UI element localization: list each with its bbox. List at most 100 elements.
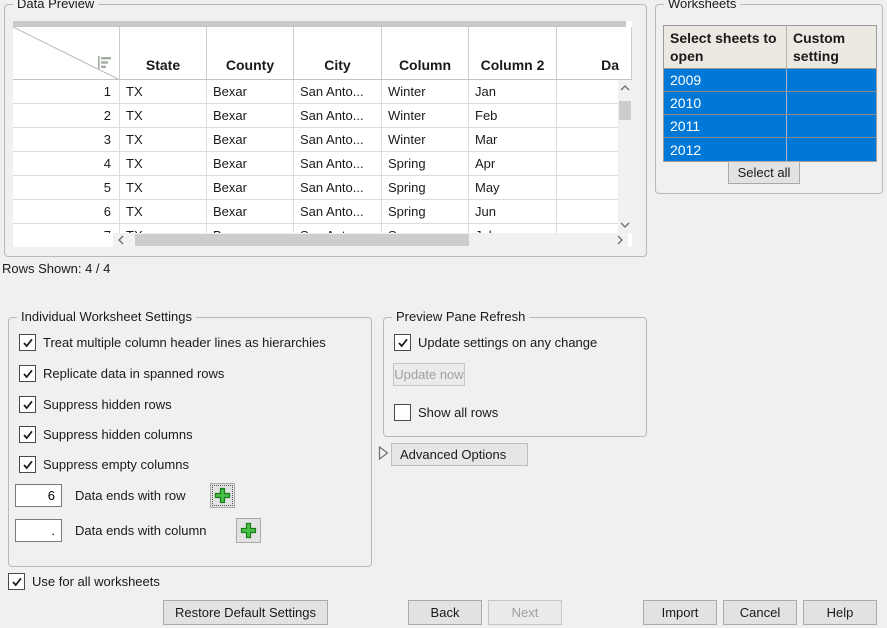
data-preview-table: State County City Column Column 2 Da 1 T… [13, 21, 632, 247]
vertical-scrollbar[interactable] [618, 80, 632, 233]
cell-state: TX [120, 176, 207, 199]
row-number: 6 [13, 200, 120, 223]
column-header-column[interactable]: Column [382, 27, 469, 79]
checkbox-use-all-worksheets[interactable]: Use for all worksheets [8, 573, 160, 590]
cell-city: San Anto... [294, 176, 382, 199]
set-column-end-button[interactable] [236, 518, 261, 543]
checkbox-label: Treat multiple column header lines as hi… [43, 335, 326, 350]
cell-column2: Mar [469, 128, 557, 151]
checkbox-label: Suppress hidden rows [43, 397, 172, 412]
cell-column: Summer [382, 224, 469, 233]
column-hierarchy-icon [97, 55, 112, 70]
cell-column: Spring [382, 200, 469, 223]
column-header-da[interactable]: Da [557, 27, 632, 79]
worksheet-custom-setting[interactable] [787, 138, 876, 161]
checkbox-box[interactable] [19, 426, 36, 443]
scroll-down-arrow[interactable] [618, 217, 632, 233]
worksheets-title: Worksheets [664, 0, 740, 11]
cell-column2: Apr [469, 152, 557, 175]
worksheet-row-2012[interactable]: 2012 [664, 138, 876, 161]
preview-refresh-title: Preview Pane Refresh [392, 309, 529, 324]
cell-county: Bexar [207, 104, 294, 127]
column-header-city[interactable]: City [294, 27, 382, 79]
worksheet-name[interactable]: 2009 [664, 69, 787, 91]
worksheet-name[interactable]: 2011 [664, 115, 787, 137]
cell-column2: May [469, 176, 557, 199]
checkbox-suppress-empty-columns[interactable]: Suppress empty columns [19, 456, 189, 473]
checkbox-replicate[interactable]: Replicate data in spanned rows [19, 365, 224, 382]
cell-column: Winter [382, 104, 469, 127]
cancel-button[interactable]: Cancel [723, 600, 797, 625]
column-header-county[interactable]: County [207, 27, 294, 79]
table-row: 1 TX Bexar San Anto... Winter Jan [13, 80, 632, 104]
checkbox-box[interactable] [19, 365, 36, 382]
worksheet-name[interactable]: 2012 [664, 138, 787, 161]
checkbox-update-on-change[interactable]: Update settings on any change [394, 334, 597, 351]
check-icon [397, 337, 409, 349]
data-ends-column-label: Data ends with column [75, 523, 207, 538]
back-button[interactable]: Back [408, 600, 482, 625]
next-button[interactable]: Next [488, 600, 562, 625]
checkbox-box[interactable] [8, 573, 25, 590]
restore-default-settings-button[interactable]: Restore Default Settings [163, 600, 328, 625]
check-icon [11, 576, 23, 588]
row-number: 1 [13, 80, 120, 103]
individual-settings-group: Individual Worksheet Settings Treat mult… [8, 317, 372, 567]
data-ends-row-input[interactable] [15, 484, 62, 507]
individual-settings-title: Individual Worksheet Settings [17, 309, 196, 324]
checkbox-box[interactable] [19, 456, 36, 473]
checkbox-box[interactable] [19, 396, 36, 413]
checkbox-suppress-hidden-rows[interactable]: Suppress hidden rows [19, 396, 172, 413]
checkbox-label: Update settings on any change [418, 335, 597, 350]
table-row: 6 TX Bexar San Anto... Spring Jun [13, 200, 632, 224]
cell-state: TX [120, 224, 207, 233]
preview-refresh-group: Preview Pane Refresh Update settings on … [383, 317, 647, 437]
column-header-state[interactable]: State [120, 27, 207, 79]
set-row-end-button[interactable] [210, 483, 235, 508]
worksheet-row-2011[interactable]: 2011 [664, 115, 876, 138]
data-ends-column-input[interactable] [15, 519, 62, 542]
scroll-right-arrow[interactable] [612, 233, 628, 247]
vertical-scroll-thumb[interactable] [619, 101, 631, 120]
cell-county: Bexar [207, 80, 294, 103]
update-now-button[interactable]: Update now [393, 363, 465, 386]
checkbox-box[interactable] [19, 334, 36, 351]
excel-import-wizard-dialog: Data Preview State County Ci [0, 0, 887, 628]
cell-state: TX [120, 128, 207, 151]
worksheet-row-2009[interactable]: 2009 [664, 69, 876, 92]
cell-county: Bexar [207, 224, 294, 233]
data-preview-title: Data Preview [13, 0, 98, 11]
checkbox-box[interactable] [394, 334, 411, 351]
worksheet-row-2010[interactable]: 2010 [664, 92, 876, 115]
scroll-up-arrow[interactable] [618, 80, 632, 96]
advanced-options-disclosure[interactable] [378, 445, 389, 461]
check-icon [22, 399, 34, 411]
horizontal-scrollbar[interactable] [113, 233, 628, 247]
worksheet-custom-setting[interactable] [787, 115, 876, 137]
corner-header-cell[interactable] [13, 27, 120, 79]
table-row-partial: 7 TX Bexar San Anto... Summer Jul [13, 224, 632, 233]
checkbox-hierarchies[interactable]: Treat multiple column header lines as hi… [19, 334, 326, 351]
worksheet-custom-setting[interactable] [787, 69, 876, 91]
select-sheets-header: Select sheets to open [664, 26, 787, 68]
select-all-button[interactable]: Select all [728, 161, 800, 184]
scroll-left-arrow[interactable] [113, 233, 129, 247]
help-button[interactable]: Help [803, 600, 877, 625]
worksheet-custom-setting[interactable] [787, 92, 876, 114]
check-icon [22, 368, 34, 380]
horizontal-scroll-thumb[interactable] [135, 234, 469, 246]
advanced-options-button[interactable]: Advanced Options [391, 443, 528, 466]
checkbox-show-all-rows[interactable]: Show all rows [394, 404, 498, 421]
table-row: 2 TX Bexar San Anto... Winter Feb [13, 104, 632, 128]
cell-column: Winter [382, 128, 469, 151]
checkbox-suppress-hidden-columns[interactable]: Suppress hidden columns [19, 426, 193, 443]
checkbox-label: Suppress empty columns [43, 457, 189, 472]
table-row: 3 TX Bexar San Anto... Winter Mar [13, 128, 632, 152]
table-row: 5 TX Bexar San Anto... Spring May [13, 176, 632, 200]
data-ends-row-label: Data ends with row [75, 488, 186, 503]
checkbox-box[interactable] [394, 404, 411, 421]
import-button[interactable]: Import [643, 600, 717, 625]
column-header-column2[interactable]: Column 2 [469, 27, 557, 79]
worksheet-name[interactable]: 2010 [664, 92, 787, 114]
check-icon [22, 337, 34, 349]
